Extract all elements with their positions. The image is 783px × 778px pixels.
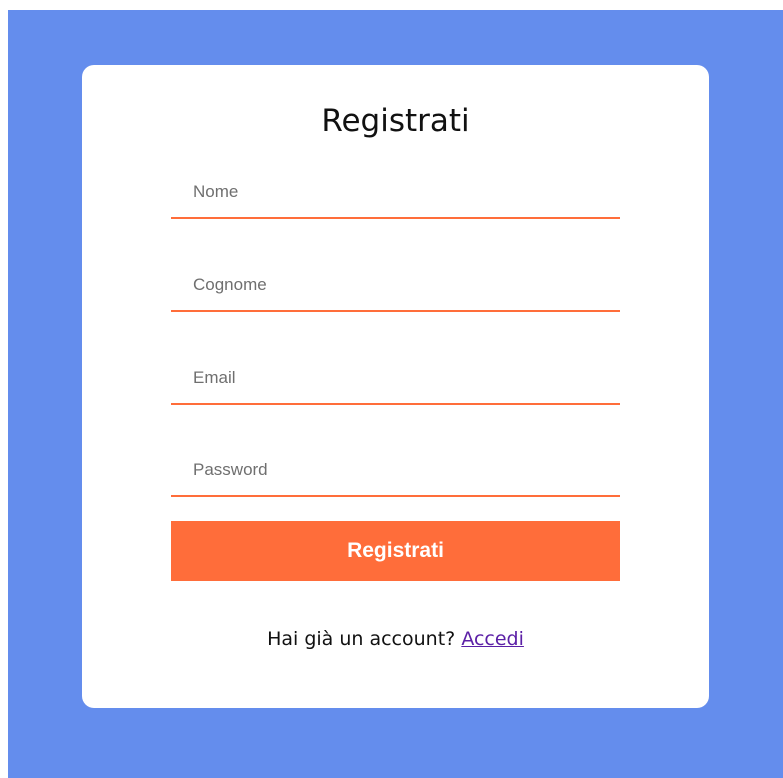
password-input[interactable] xyxy=(171,445,620,497)
login-prompt-row: Hai già un account? Accedi xyxy=(82,628,709,650)
login-prompt-text: Hai già un account? xyxy=(267,628,456,650)
email-input[interactable] xyxy=(171,353,620,405)
register-button[interactable]: Registrati xyxy=(171,521,620,581)
last-name-input[interactable] xyxy=(171,260,620,312)
page-background: Registrati Registrati Hai già un account… xyxy=(8,10,783,778)
login-link[interactable]: Accedi xyxy=(461,628,524,650)
first-name-input[interactable] xyxy=(171,167,620,219)
form-title: Registrati xyxy=(321,103,470,139)
register-card: Registrati Registrati Hai già un account… xyxy=(82,65,709,708)
